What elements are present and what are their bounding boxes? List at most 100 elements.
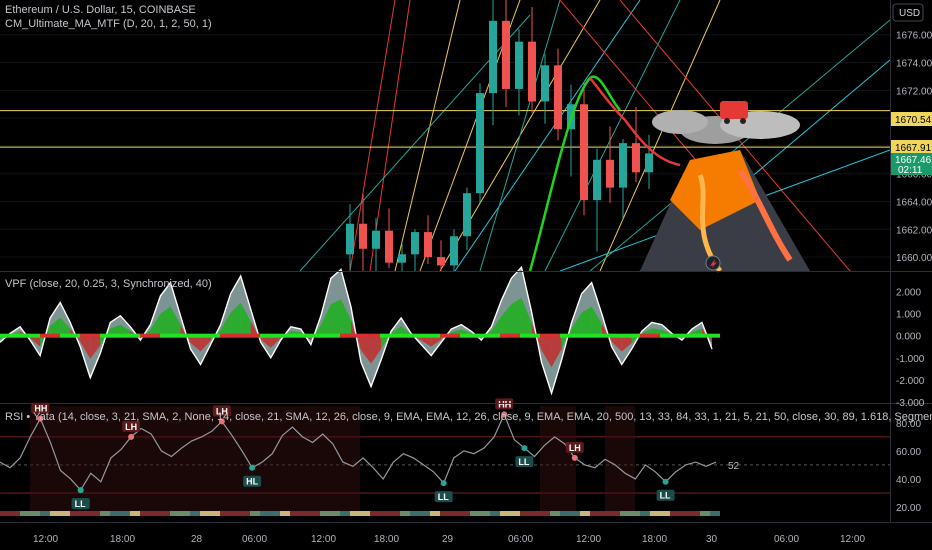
- time-tick-label: 12:00: [840, 534, 865, 545]
- vpf-zero-segment: [620, 333, 640, 338]
- rsi-strip-segment: [450, 511, 460, 516]
- vpf-zero-segment: [580, 333, 600, 338]
- candle-body: [411, 232, 419, 255]
- candle-body: [437, 257, 445, 266]
- rsi-strip-segment: [320, 511, 330, 516]
- rsi-strip-segment: [700, 511, 710, 516]
- rsi-strip-segment: [150, 511, 160, 516]
- svg-text:02:11: 02:11: [898, 165, 923, 176]
- svg-text:USD: USD: [899, 8, 920, 19]
- vpf-zero-segment: [640, 333, 660, 338]
- vpf-zero-segment: [540, 333, 560, 338]
- rsi-strip-segment: [170, 511, 180, 516]
- price-tick-label: 1672.00: [896, 86, 932, 97]
- swing-label: LH: [125, 422, 137, 432]
- rsi-strip-segment: [470, 511, 480, 516]
- candle-body: [489, 20, 497, 94]
- vpf-zero-segment: [80, 333, 100, 338]
- price-tick-label: 1676.00: [896, 31, 932, 42]
- candle-body: [606, 159, 614, 188]
- rsi-strip-segment: [10, 511, 20, 516]
- candle-body: [515, 41, 523, 89]
- vpf-zero-segment: [400, 333, 420, 338]
- rsi-axis[interactable]: 80.0060.0040.0020.00: [896, 419, 921, 514]
- rsi-strip-segment: [140, 511, 150, 516]
- price-tick-label: 1660.00: [896, 253, 932, 264]
- candle-body: [476, 93, 484, 194]
- rsi-label[interactable]: RSI • Yata (14, close, 3, 21, SMA, 2, No…: [5, 411, 932, 423]
- vpf-zero-line: [0, 333, 720, 338]
- vpf-zero-segment: [300, 333, 320, 338]
- vpf-zero-segment: [700, 333, 720, 338]
- rsi-strip-segment: [420, 511, 430, 516]
- rsi-strip-segment: [0, 511, 10, 516]
- time-tick-label: 28: [191, 534, 203, 545]
- vpf-zero-segment: [320, 333, 340, 338]
- rsi-strip-segment: [30, 511, 40, 516]
- rsi-strip-segment: [490, 511, 500, 516]
- candle-body: [372, 230, 380, 249]
- swing-label: LL: [75, 499, 86, 509]
- rsi-strip-segment: [620, 511, 630, 516]
- time-tick-label: 29: [442, 534, 454, 545]
- vpf-zero-segment: [500, 333, 520, 338]
- currency-button[interactable]: USD: [892, 3, 924, 22]
- rsi-strip-segment: [40, 511, 50, 516]
- candle-body: [632, 143, 640, 173]
- rsi-strip-segment: [80, 511, 90, 516]
- price-tick-label: 1662.00: [896, 225, 932, 236]
- chart-canvas[interactable]: HHHLLLLHHLLHLLLLHHLHLL 1676.001674.00167…: [0, 0, 932, 550]
- vpf-zero-segment: [180, 333, 200, 338]
- rsi-value-label: 52: [728, 461, 740, 472]
- vpf-zero-segment: [240, 333, 260, 338]
- candle-body: [554, 65, 562, 130]
- time-axis[interactable]: 12:00 18:00 28 06:00 12:00 18:00 29 06:00 12:00 1…: [33, 534, 865, 545]
- rsi-strip-segment: [230, 511, 240, 516]
- indicator-label[interactable]: CM_Ultimate_MA_MTF (D, 20, 1, 2, 50, 1): [5, 18, 212, 30]
- rsi-strip-segment: [130, 511, 140, 516]
- rsi-strip-segment: [90, 511, 100, 516]
- candle-body: [645, 153, 653, 173]
- vpf-axis[interactable]: 2.000 1.000 0.000 -1.000 -2.000 -3.000: [896, 287, 925, 409]
- symbol-title[interactable]: Ethereum / U.S. Dollar, 15, COINBASE: [5, 4, 196, 16]
- rsi-strip-segment: [560, 511, 570, 516]
- swing-label: HL: [246, 477, 258, 487]
- rsi-strip-segment: [100, 511, 110, 516]
- vpf-bar: [511, 297, 522, 336]
- vpf-zero-segment: [660, 333, 680, 338]
- vpf-zero-segment: [160, 333, 180, 338]
- vpf-zero-segment: [280, 333, 300, 338]
- price-tick-label: 1664.00: [896, 198, 932, 209]
- candle-body: [619, 143, 627, 188]
- rsi-strip-segment: [580, 511, 590, 516]
- rsi-strip-segment: [190, 511, 200, 516]
- rsi-strip-segment: [590, 511, 600, 516]
- swing-point: [521, 445, 528, 452]
- vpf-zero-segment: [460, 333, 480, 338]
- candle-body: [424, 232, 432, 258]
- rsi-strip-segment: [680, 511, 690, 516]
- replay-icon[interactable]: [705, 255, 721, 271]
- swing-point: [662, 478, 669, 485]
- rsi-strip-segment: [710, 511, 720, 516]
- vpf-label[interactable]: VPF (close, 20, 0.25, 3, Synchronized, 4…: [5, 278, 212, 290]
- vpf-zero-segment: [480, 333, 500, 338]
- rsi-strip-segment: [310, 511, 320, 516]
- swing-label: LL: [660, 491, 671, 501]
- candle-body: [528, 41, 536, 102]
- vpf-zero-segment: [380, 333, 400, 338]
- vpf-zero-segment: [440, 333, 460, 338]
- rsi-strip-segment: [410, 511, 420, 516]
- swing-point: [128, 433, 135, 440]
- candle-body: [385, 230, 393, 263]
- rsi-strip-segment: [510, 511, 520, 516]
- candle-body: [541, 65, 549, 102]
- vpf-tick-label: -3.000: [896, 398, 925, 409]
- vpf-zero-segment: [40, 333, 60, 338]
- candle-body: [580, 104, 588, 201]
- rsi-strip-segment: [400, 511, 410, 516]
- rsi-strip-segment: [250, 511, 260, 516]
- vpf-tick-label: -2.000: [896, 376, 925, 387]
- rsi-strip-segment: [660, 511, 670, 516]
- rsi-strip-segment: [430, 511, 440, 516]
